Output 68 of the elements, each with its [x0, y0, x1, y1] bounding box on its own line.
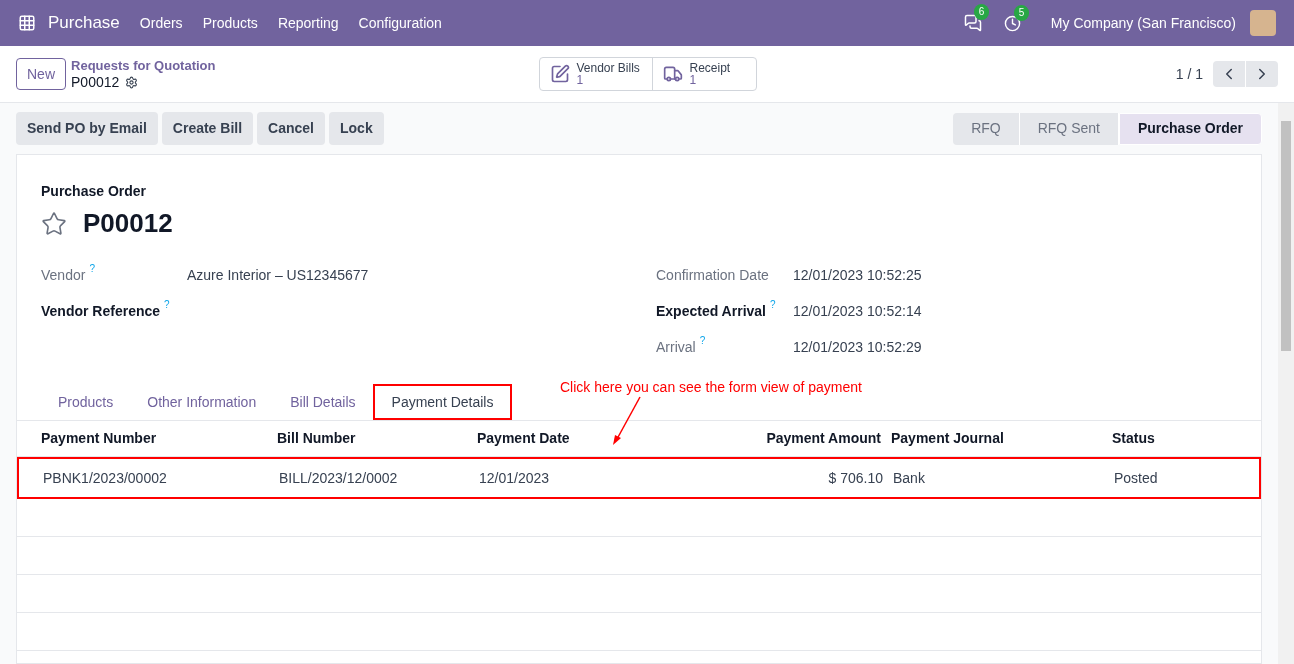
field-value: 12/01/2023 10:52:25: [793, 266, 922, 285]
column-header[interactable]: Payment Date: [477, 428, 647, 449]
status-step[interactable]: Purchase Order: [1118, 112, 1262, 145]
menu-item[interactable]: Reporting: [267, 12, 349, 34]
chat-icon[interactable]: [963, 14, 982, 32]
settings-icon[interactable]: [125, 75, 139, 89]
action-button[interactable]: Send PO by Email: [16, 112, 158, 145]
table-cell-text: $ 706.10: [827, 468, 884, 488]
star-icon[interactable]: [41, 210, 67, 237]
field-label: Vendor Reference: [41, 302, 161, 321]
smart-button-count: 1: [689, 74, 697, 86]
field-label: Vendor: [41, 266, 86, 285]
action-button[interactable]: Create Bill: [161, 112, 254, 145]
field-value: Azure Interior – US12345677: [187, 266, 369, 285]
activity-badge: 5: [1013, 4, 1030, 21]
field-label: Arrival: [656, 338, 696, 357]
action-button[interactable]: Cancel: [257, 112, 325, 145]
column-header[interactable]: Payment Journal: [891, 428, 1112, 449]
column-header[interactable]: Status: [1112, 428, 1237, 449]
table-cell-text: BILL/2023/12/0002: [279, 468, 399, 488]
table-cell-text: PBNK1/2023/00002: [43, 468, 168, 488]
action-button[interactable]: Lock: [329, 112, 384, 145]
annotation-text: Click here you can see the form view of payment: [560, 378, 862, 397]
form-tab[interactable]: Payment Details: [372, 384, 513, 420]
field-label: Confirmation Date: [656, 266, 769, 285]
smart-button-count: 1: [576, 74, 585, 86]
record-name: P00012: [71, 74, 120, 90]
field-value: 12/01/2023 10:52:29: [793, 338, 922, 357]
table-cell-text: Posted: [1114, 468, 1159, 488]
edit-icon: [550, 64, 571, 84]
app-title[interactable]: Purchase: [48, 10, 120, 36]
status-step[interactable]: RFQ Sent: [1019, 112, 1119, 145]
previous-button[interactable]: [1213, 61, 1245, 87]
menu-item[interactable]: Configuration: [348, 12, 452, 34]
form-tab[interactable]: Products: [41, 384, 131, 420]
column-header[interactable]: Payment Amount: [647, 428, 891, 449]
smart-button[interactable]: Receipt 1: [652, 58, 757, 90]
column-header[interactable]: Bill Number: [277, 428, 477, 449]
app-menu-icon[interactable]: [18, 14, 36, 32]
form-tab[interactable]: Other Information: [130, 384, 274, 420]
record-title: P00012: [83, 207, 173, 240]
form-tab[interactable]: Bill Details: [273, 384, 373, 420]
field-label: Expected Arrival: [656, 302, 766, 321]
new-button[interactable]: New: [16, 58, 66, 90]
field-value: 12/01/2023 10:52:14: [793, 302, 922, 321]
help-icon[interactable]: ?: [699, 335, 706, 358]
menu-item[interactable]: Orders: [129, 12, 193, 34]
truck-icon: [663, 64, 684, 84]
help-icon[interactable]: ?: [770, 299, 776, 322]
column-header[interactable]: Payment Number: [41, 428, 277, 449]
smart-button-label: Vendor Bills: [576, 62, 640, 74]
status-step[interactable]: RFQ: [953, 112, 1020, 145]
company-name[interactable]: My Company (San Francisco): [1050, 12, 1236, 34]
smart-button-label: Receipt: [689, 62, 731, 74]
menu-item[interactable]: Products: [192, 12, 268, 34]
table-row[interactable]: PBNK1/2023/00002 BILL/2023/12/0002 12/01/2023 $ 706.10 Bank Posted: [17, 457, 1261, 499]
breadcrumb-link[interactable]: Requests for Quotation: [71, 58, 216, 74]
table-cell-text: 12/01/2023: [479, 468, 551, 488]
table-cell-text: Bank: [893, 468, 926, 488]
clock-icon[interactable]: [1003, 14, 1021, 32]
help-icon[interactable]: ?: [164, 299, 170, 322]
form-type-label: Purchase Order: [41, 182, 148, 201]
pager-value: 1 / 1: [1175, 64, 1203, 84]
annotation-arrow: [611, 395, 643, 447]
help-icon[interactable]: ?: [89, 263, 95, 286]
next-button[interactable]: [1246, 61, 1278, 87]
smart-button[interactable]: Vendor Bills 1: [540, 58, 653, 90]
notification-badge: 6: [973, 4, 990, 20]
